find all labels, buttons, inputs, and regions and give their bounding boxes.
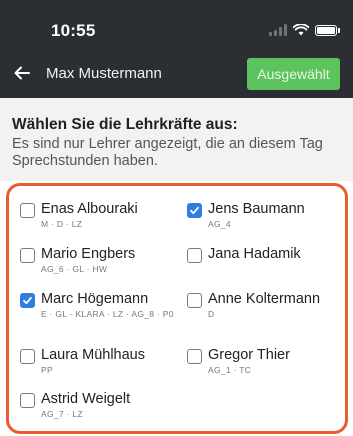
- checkmark-icon: [23, 296, 32, 305]
- app-header: 10:55 Max Mustermann Ausgewählt: [0, 0, 353, 98]
- teacher-subjects: AG_1 · TC: [208, 365, 252, 375]
- teacher-name: Laura Mühlhaus: [41, 347, 145, 363]
- checkbox[interactable]: [20, 248, 35, 263]
- teacher-name: Enas Albouraki: [41, 201, 138, 217]
- teacher-subjects: E · GL · KLARA · LZ · AG_8 · P0: [41, 309, 174, 319]
- teacher-list-panel: Enas Albouraki M · D · LZ Jens Baumann A…: [6, 183, 348, 434]
- teacher-option[interactable]: Anne Koltermann D: [187, 290, 320, 320]
- instructions-heading: Wählen Sie die Lehrkräfte aus:: [12, 116, 238, 133]
- battery-icon: [315, 24, 340, 36]
- teacher-name: Jana Hadamik: [208, 246, 301, 262]
- teacher-name: Mario Engbers: [41, 246, 136, 262]
- status-icons: [269, 24, 340, 36]
- teacher-subjects: PP: [41, 365, 53, 375]
- instructions-section: Wählen Sie die Lehrkräfte aus: Es sind n…: [0, 98, 353, 181]
- checkbox[interactable]: [20, 349, 35, 364]
- selected-button[interactable]: Ausgewählt: [247, 58, 340, 90]
- teacher-option[interactable]: Marc Högemann E · GL · KLARA · LZ · AG_8…: [20, 290, 181, 320]
- checkbox[interactable]: [187, 248, 202, 263]
- teacher-subjects: AG_4: [208, 219, 231, 229]
- teacher-option[interactable]: Gregor Thier AG_1 · TC: [187, 346, 290, 376]
- wifi-icon: [293, 24, 309, 36]
- teacher-option[interactable]: Astrid Weigelt AG_7 · LZ: [20, 390, 130, 420]
- teacher-subjects: D: [208, 309, 215, 319]
- status-time: 10:55: [51, 21, 96, 40]
- teacher-name: Anne Koltermann: [208, 291, 321, 307]
- teacher-option[interactable]: Jens Baumann AG_4: [187, 200, 305, 230]
- teacher-subjects: M · D · LZ: [41, 219, 83, 229]
- teacher-option[interactable]: Enas Albouraki M · D · LZ: [20, 200, 138, 230]
- teacher-subjects: AG_7 · LZ: [41, 409, 83, 419]
- instructions-text: Es sind nur Lehrer angezeigt, die an die…: [12, 136, 323, 169]
- checkbox-checked[interactable]: [187, 203, 202, 218]
- checkbox[interactable]: [20, 203, 35, 218]
- teacher-option[interactable]: Laura Mühlhaus PP: [20, 346, 145, 376]
- teacher-subjects: AG_6 · GL · HW: [41, 264, 108, 274]
- checkbox[interactable]: [187, 293, 202, 308]
- teacher-name: Astrid Weigelt: [41, 391, 131, 407]
- back-arrow-icon[interactable]: [12, 63, 32, 83]
- teacher-name: Gregor Thier: [208, 347, 290, 363]
- teacher-name: Jens Baumann: [208, 201, 305, 217]
- signal-icon: [269, 24, 287, 36]
- teacher-option[interactable]: Mario Engbers AG_6 · GL · HW: [20, 245, 135, 275]
- checkbox-checked[interactable]: [20, 293, 35, 308]
- checkbox[interactable]: [20, 393, 35, 408]
- checkbox[interactable]: [187, 349, 202, 364]
- teacher-option[interactable]: Jana Hadamik: [187, 245, 301, 264]
- page-title: Max Mustermann: [46, 65, 162, 82]
- checkmark-icon: [190, 206, 199, 215]
- teacher-name: Marc Högemann: [41, 291, 149, 307]
